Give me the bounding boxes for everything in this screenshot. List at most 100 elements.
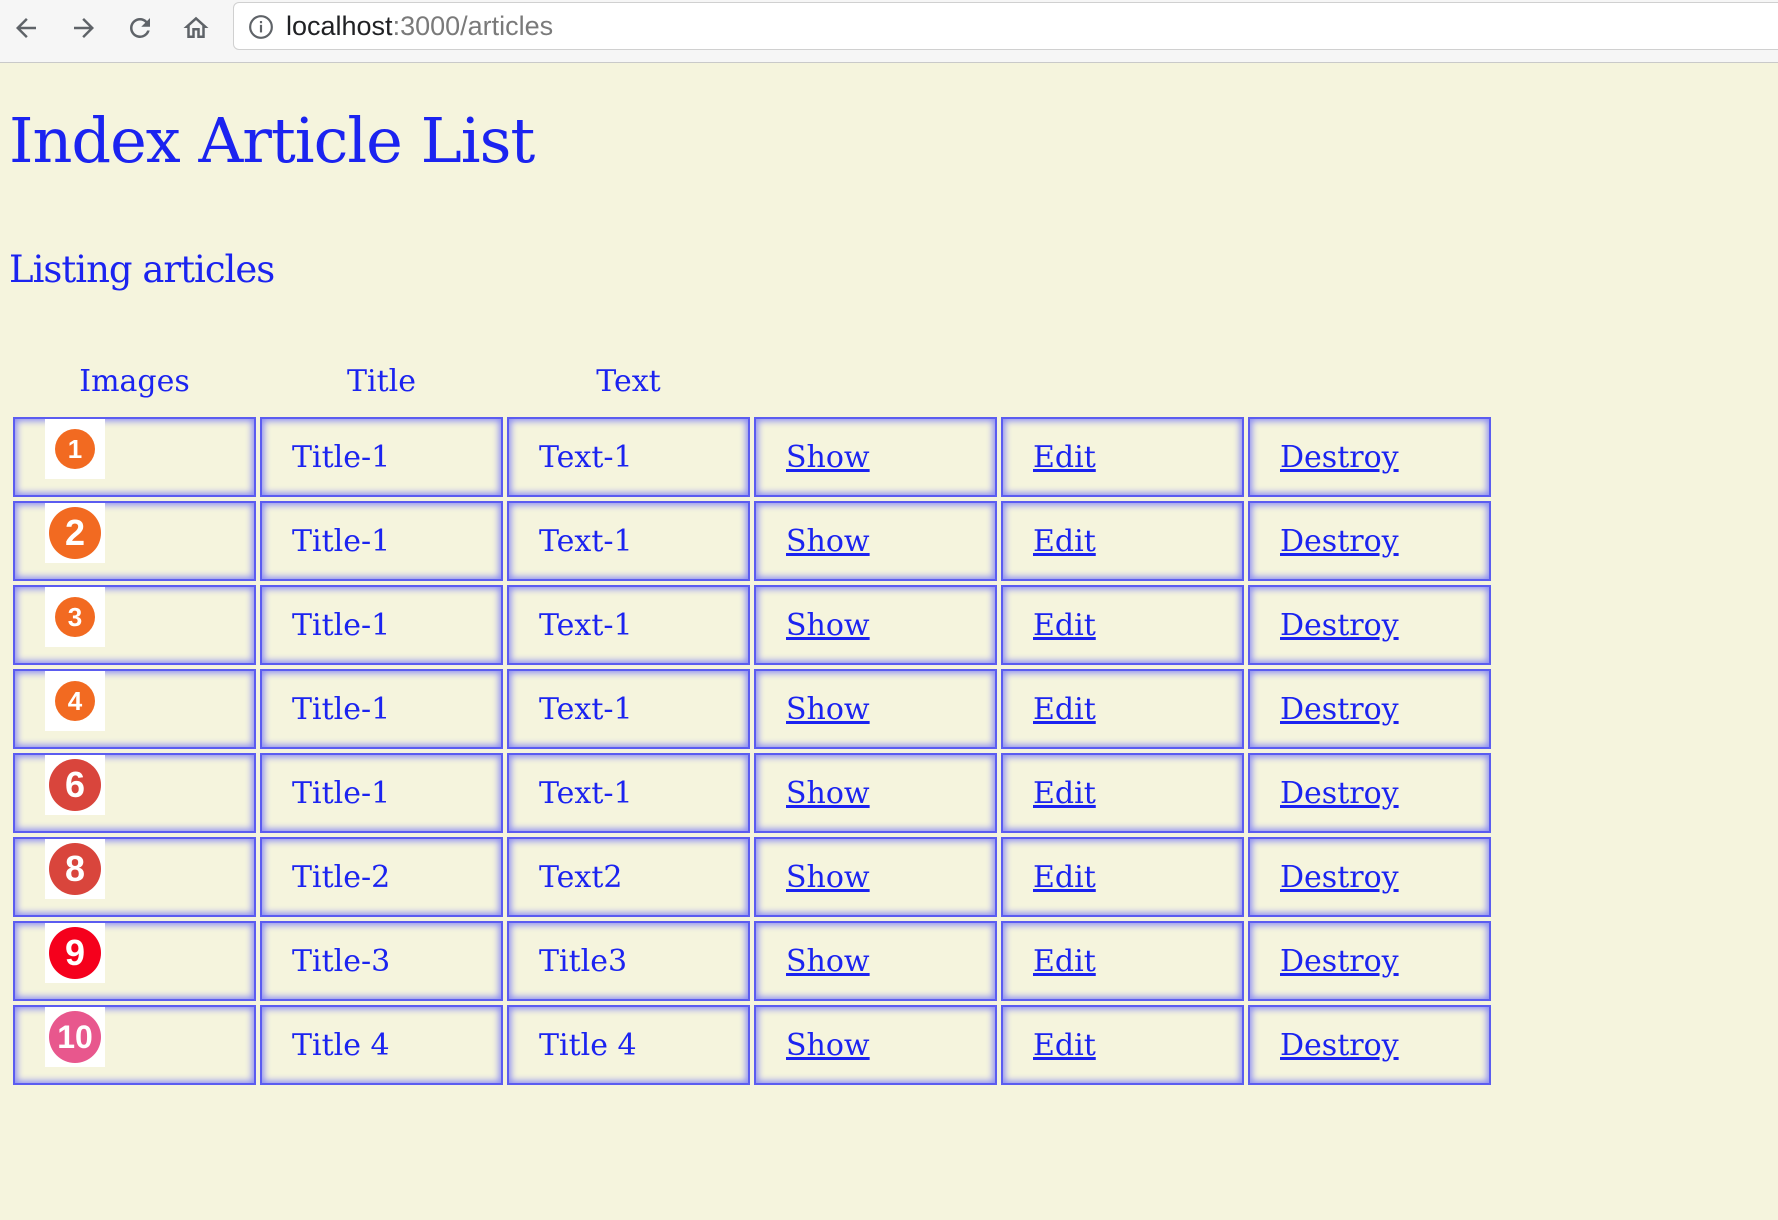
home-icon[interactable] <box>176 8 216 48</box>
image-cell: 4 <box>13 669 256 749</box>
info-icon[interactable] <box>248 14 274 40</box>
table-row: 6 Title-1 Text-1 Show Edit Destroy <box>13 753 1491 833</box>
show-cell: Show <box>754 921 997 1001</box>
show-link[interactable]: Show <box>754 860 870 895</box>
article-title: Title-3 <box>292 943 391 979</box>
header-images: Images <box>79 363 190 399</box>
table-row: 10 Title 4 Title 4 Show Edit Destroy <box>13 1005 1491 1085</box>
table-header-row: Images Title Text <box>13 349 1491 413</box>
image-cell: 6 <box>13 753 256 833</box>
destroy-cell: Destroy <box>1248 417 1491 497</box>
destroy-cell: Destroy <box>1248 921 1491 1001</box>
show-link[interactable]: Show <box>754 692 870 727</box>
image-cell: 3 <box>13 585 256 665</box>
show-cell: Show <box>754 837 997 917</box>
edit-link[interactable]: Edit <box>1001 440 1096 475</box>
show-link[interactable]: Show <box>754 776 870 811</box>
image-cell: 10 <box>13 1005 256 1085</box>
article-text: Title3 <box>539 943 628 979</box>
show-cell: Show <box>754 417 997 497</box>
articles-table: Images Title Text 1 Title-1 Text-1 Show … <box>9 345 1495 1089</box>
destroy-cell: Destroy <box>1248 837 1491 917</box>
article-image: 6 <box>45 755 105 815</box>
article-image: 8 <box>45 839 105 899</box>
title-cell: Title 4 <box>260 1005 503 1085</box>
destroy-link[interactable]: Destroy <box>1248 1028 1399 1063</box>
title-cell: Title-3 <box>260 921 503 1001</box>
text-cell: Title3 <box>507 921 750 1001</box>
destroy-cell: Destroy <box>1248 1005 1491 1085</box>
edit-cell: Edit <box>1001 501 1244 581</box>
destroy-link[interactable]: Destroy <box>1248 524 1399 559</box>
destroy-link[interactable]: Destroy <box>1248 860 1399 895</box>
number-badge-icon: 10 <box>49 1011 101 1063</box>
forward-icon[interactable] <box>64 8 104 48</box>
text-cell: Text-1 <box>507 669 750 749</box>
number-badge-icon: 9 <box>49 927 101 979</box>
show-link[interactable]: Show <box>754 608 870 643</box>
article-title: Title-1 <box>292 523 391 559</box>
destroy-cell: Destroy <box>1248 585 1491 665</box>
title-cell: Title-1 <box>260 669 503 749</box>
edit-cell: Edit <box>1001 921 1244 1001</box>
edit-link[interactable]: Edit <box>1001 776 1096 811</box>
table-row: 3 Title-1 Text-1 Show Edit Destroy <box>13 585 1491 665</box>
show-link[interactable]: Show <box>754 1028 870 1063</box>
text-cell: Text2 <box>507 837 750 917</box>
table-row: 9 Title-3 Title3 Show Edit Destroy <box>13 921 1491 1001</box>
show-link[interactable]: Show <box>754 440 870 475</box>
reload-icon[interactable] <box>120 8 160 48</box>
edit-cell: Edit <box>1001 417 1244 497</box>
back-icon[interactable] <box>6 8 46 48</box>
url-host: localhost <box>286 11 393 41</box>
show-cell: Show <box>754 669 997 749</box>
text-cell: Text-1 <box>507 501 750 581</box>
article-title: Title-1 <box>292 607 391 643</box>
show-link[interactable]: Show <box>754 944 870 979</box>
edit-link[interactable]: Edit <box>1001 524 1096 559</box>
header-empty <box>1001 349 1244 413</box>
destroy-link[interactable]: Destroy <box>1248 944 1399 979</box>
table-row: 8 Title-2 Text2 Show Edit Destroy <box>13 837 1491 917</box>
destroy-link[interactable]: Destroy <box>1248 608 1399 643</box>
edit-cell: Edit <box>1001 669 1244 749</box>
edit-cell: Edit <box>1001 753 1244 833</box>
text-cell: Text-1 <box>507 585 750 665</box>
article-image: 3 <box>45 587 105 647</box>
number-badge-icon: 8 <box>49 843 101 895</box>
text-cell: Text-1 <box>507 417 750 497</box>
article-text: Text2 <box>539 859 623 895</box>
edit-link[interactable]: Edit <box>1001 692 1096 727</box>
edit-link[interactable]: Edit <box>1001 608 1096 643</box>
header-text: Text <box>596 363 661 399</box>
page-title: Index Article List <box>9 104 535 177</box>
edit-cell: Edit <box>1001 585 1244 665</box>
articles-table-body: 1 Title-1 Text-1 Show Edit Destroy 2 Tit… <box>13 417 1491 1085</box>
destroy-link[interactable]: Destroy <box>1248 776 1399 811</box>
show-link[interactable]: Show <box>754 524 870 559</box>
article-title: Title-1 <box>292 691 391 727</box>
edit-link[interactable]: Edit <box>1001 944 1096 979</box>
edit-link[interactable]: Edit <box>1001 860 1096 895</box>
article-text: Text-1 <box>539 523 633 559</box>
article-image: 2 <box>45 503 105 563</box>
edit-cell: Edit <box>1001 1005 1244 1085</box>
header-empty <box>1248 349 1491 413</box>
title-cell: Title-1 <box>260 417 503 497</box>
article-text: Text-1 <box>539 691 633 727</box>
edit-cell: Edit <box>1001 837 1244 917</box>
destroy-link[interactable]: Destroy <box>1248 692 1399 727</box>
table-row: 4 Title-1 Text-1 Show Edit Destroy <box>13 669 1491 749</box>
destroy-cell: Destroy <box>1248 753 1491 833</box>
address-bar[interactable]: localhost:3000/articles <box>233 2 1778 50</box>
destroy-cell: Destroy <box>1248 669 1491 749</box>
destroy-link[interactable]: Destroy <box>1248 440 1399 475</box>
table-row: 2 Title-1 Text-1 Show Edit Destroy <box>13 501 1491 581</box>
listing-heading: Listing articles <box>9 248 275 291</box>
header-empty <box>754 349 997 413</box>
edit-link[interactable]: Edit <box>1001 1028 1096 1063</box>
header-title: Title <box>346 363 416 399</box>
number-badge-icon: 4 <box>55 681 95 721</box>
image-cell: 2 <box>13 501 256 581</box>
table-row: 1 Title-1 Text-1 Show Edit Destroy <box>13 417 1491 497</box>
